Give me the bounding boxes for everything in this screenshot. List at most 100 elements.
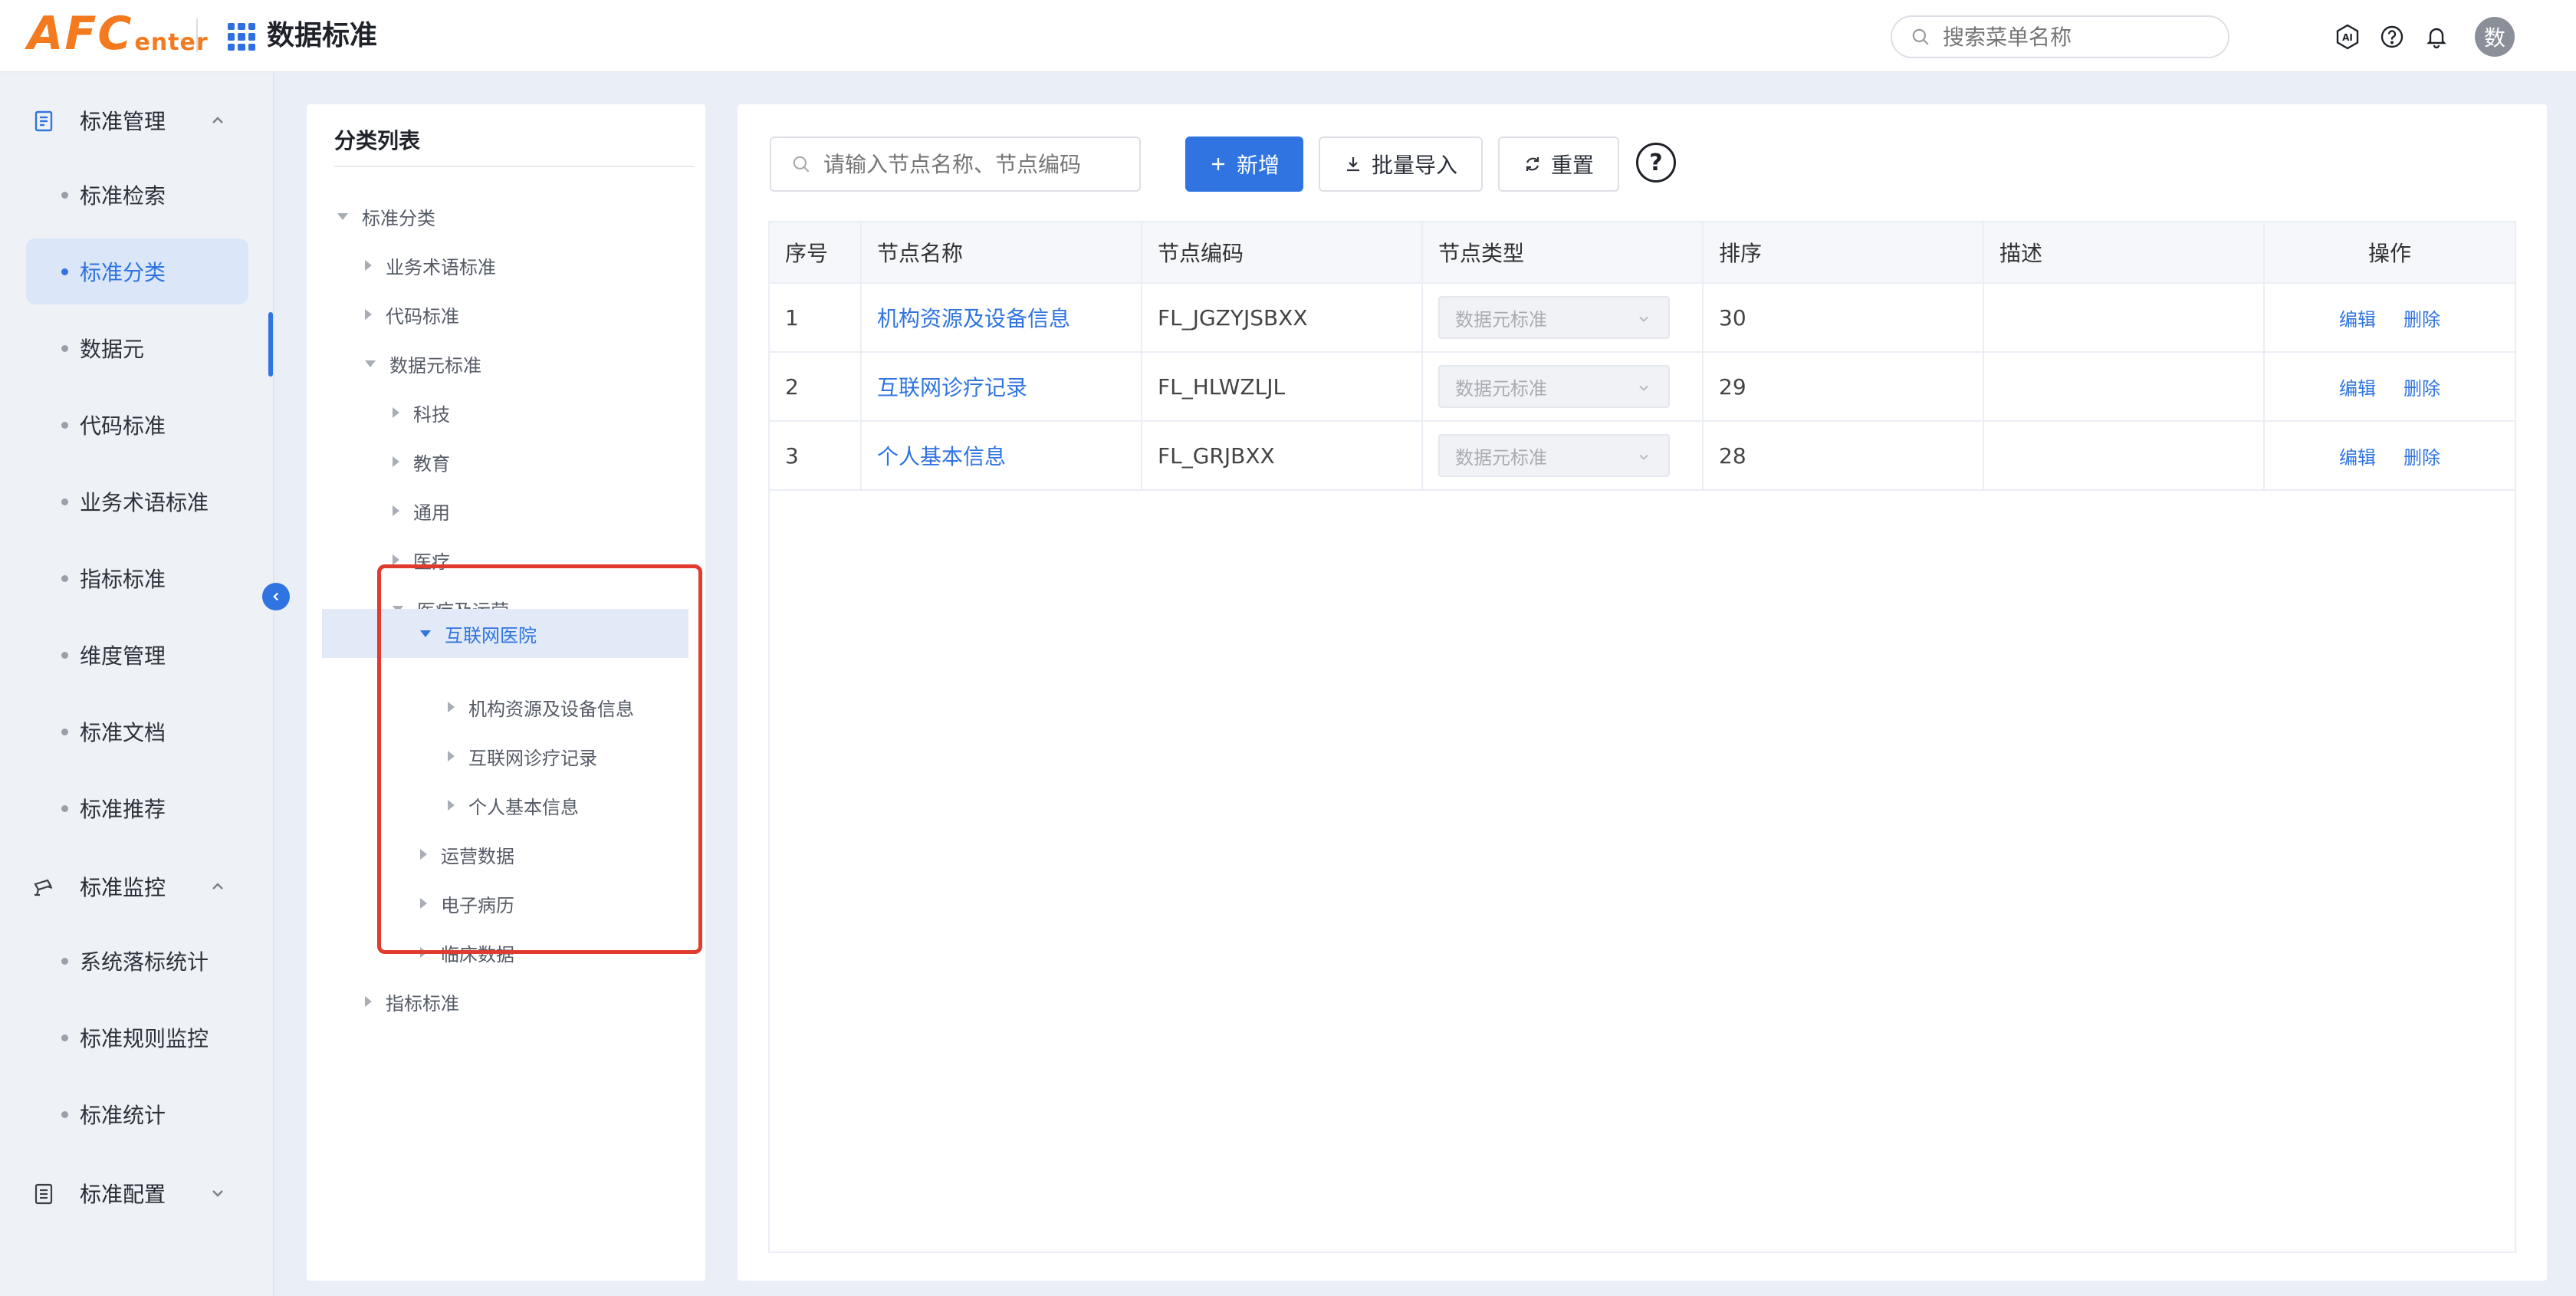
category-tree-panel: 分类列表 标准分类 业务术语标准 代码标准 数据元标准 科技 教育 通用 医疗 … (307, 104, 705, 1281)
sidebar-group-label: 标准配置 (80, 1182, 166, 1207)
tree-node[interactable]: 通用 (393, 486, 450, 535)
bullet-icon (61, 728, 68, 735)
header-icons: AI 数 (2334, 17, 2515, 57)
edit-link[interactable]: 编辑 (2339, 373, 2376, 400)
sidebar-item-label: 标准推荐 (80, 797, 166, 822)
bell-icon[interactable] (2423, 23, 2450, 51)
tree-node[interactable]: 数据元标准 (365, 339, 481, 388)
sidebar-item-business-term[interactable]: 业务术语标准 (26, 469, 248, 535)
cell-node-name-link[interactable]: 机构资源及设备信息 (862, 284, 1142, 351)
tree-node[interactable]: 医疗 (393, 535, 450, 584)
caret-right-icon (448, 800, 455, 811)
delete-link[interactable]: 删除 (2404, 442, 2440, 469)
tree-node-label: 代码标准 (386, 305, 459, 327)
tree-node[interactable]: 标准分类 (337, 192, 435, 241)
tree-node[interactable]: 教育 (393, 437, 450, 486)
add-button[interactable]: 新增 (1185, 137, 1303, 192)
sidebar-item-dimension[interactable]: 维度管理 (26, 622, 248, 688)
sidebar-item-label: 标准文档 (80, 720, 166, 745)
sidebar-group-label: 标准监控 (80, 875, 166, 900)
select-value: 数据元标准 (1455, 308, 1547, 331)
sidebar-item-standard-stats[interactable]: 标准统计 (26, 1081, 248, 1147)
menu-search[interactable] (1891, 15, 2229, 58)
help-icon[interactable] (2378, 23, 2406, 51)
delete-link[interactable]: 删除 (2404, 304, 2440, 331)
tree-node[interactable]: 临床数据 (420, 928, 514, 977)
cell-node-name-link[interactable]: 互联网诊疗记录 (862, 353, 1142, 420)
tree-node[interactable]: 个人基本信息 (448, 781, 579, 830)
sidebar-item-data-element[interactable]: 数据元 (26, 315, 248, 381)
sidebar-item-standard-category[interactable]: 标准分类 (26, 238, 248, 304)
logo[interactable]: AFC enter (28, 9, 209, 58)
sidebar-item-label: 标准检索 (80, 183, 166, 209)
edit-link[interactable]: 编辑 (2339, 304, 2376, 331)
node-type-select[interactable]: 数据元标准 (1438, 296, 1670, 339)
caret-right-icon (393, 456, 399, 467)
edit-link[interactable]: 编辑 (2339, 442, 2376, 469)
batch-import-button[interactable]: 批量导入 (1319, 137, 1483, 192)
table-header: 序号 节点名称 节点编码 节点类型 排序 描述 操作 (770, 222, 2515, 284)
cell-node-code: FL_JGZYJSBXX (1142, 284, 1423, 351)
chevron-down-icon (1639, 454, 1648, 460)
table-row: 1 机构资源及设备信息 FL_JGZYJSBXX 数据元标准 30 编辑 删除 (770, 284, 2515, 353)
tree-node[interactable]: 代码标准 (365, 290, 459, 339)
node-type-select[interactable]: 数据元标准 (1438, 434, 1670, 477)
cell-node-name-link[interactable]: 个人基本信息 (862, 422, 1142, 489)
caret-right-icon (448, 751, 455, 761)
sidebar-item-standard-search[interactable]: 标准检索 (26, 162, 248, 228)
ai-icon[interactable]: AI (2334, 23, 2361, 51)
cell-actions: 编辑 删除 (2265, 422, 2515, 489)
sidebar-item-system-stats[interactable]: 系统落标统计 (26, 928, 248, 994)
sidebar-item-label: 标准统计 (80, 1103, 166, 1128)
bullet-icon (61, 344, 68, 352)
sidebar-group-standard-config[interactable]: 标准配置 (0, 1170, 274, 1216)
avatar[interactable]: 数 (2475, 17, 2515, 57)
node-type-select[interactable]: 数据元标准 (1438, 365, 1670, 408)
bullet-icon (61, 268, 68, 275)
sidebar-item-standard-doc[interactable]: 标准文档 (26, 699, 248, 765)
reset-button[interactable]: 重置 (1498, 137, 1619, 192)
delete-link[interactable]: 删除 (2404, 373, 2440, 400)
sidebar-item-rule-monitor[interactable]: 标准规则监控 (26, 1005, 248, 1071)
app-grid-icon[interactable] (228, 23, 255, 51)
tree-node[interactable]: 电子病历 (420, 879, 514, 928)
add-button-label: 新增 (1236, 153, 1280, 178)
menu-search-input[interactable] (1943, 24, 2219, 50)
bullet-icon (61, 574, 68, 582)
sidebar-item-code-standard[interactable]: 代码标准 (26, 392, 248, 458)
column-header: 描述 (1984, 222, 2265, 282)
caret-down-icon (365, 360, 376, 367)
tree-node-label: 个人基本信息 (468, 796, 579, 818)
cell-description (1984, 422, 2265, 489)
app-title: 数据标准 (267, 20, 378, 51)
tree-node[interactable]: 业务术语标准 (365, 241, 496, 290)
caret-right-icon (393, 407, 399, 418)
tree-node[interactable]: 科技 (393, 388, 450, 437)
tree-node[interactable]: 机构资源及设备信息 (448, 683, 634, 732)
sidebar-item-indicator-standard[interactable]: 指标标准 (26, 545, 248, 611)
chevron-down-icon (212, 1190, 223, 1197)
help-icon[interactable]: ? (1636, 143, 1676, 183)
node-search[interactable] (770, 137, 1141, 192)
tree-node-selected[interactable]: 互联网医院 (420, 609, 537, 658)
caret-right-icon (448, 702, 455, 712)
tree-node[interactable]: 运营数据 (420, 830, 514, 879)
sidebar-item-standard-recommend[interactable]: 标准推荐 (26, 775, 248, 841)
sidebar-item-label: 业务术语标准 (80, 490, 209, 515)
tree-node-label: 业务术语标准 (386, 256, 496, 278)
node-search-input[interactable] (823, 151, 1130, 177)
tree-node-label: 互联网诊疗记录 (468, 747, 597, 769)
sidebar-group-standard-management[interactable]: 标准管理 (0, 97, 274, 143)
cell-node-code: FL_HLWZLJL (1142, 353, 1423, 420)
sidebar-group-standard-monitor[interactable]: 标准监控 (0, 863, 274, 910)
cell-node-type: 数据元标准 (1423, 284, 1704, 351)
sidebar-collapse-button[interactable] (262, 583, 290, 610)
tree-node[interactable]: 互联网诊疗记录 (448, 732, 597, 781)
caret-right-icon (365, 309, 372, 320)
sidebar-item-label: 指标标准 (80, 567, 166, 592)
tree-node[interactable]: 指标标准 (365, 977, 459, 1026)
chevron-down-icon (1639, 385, 1648, 391)
cell-sort: 30 (1704, 284, 1984, 351)
tree-title: 分类列表 (334, 128, 421, 153)
caret-right-icon (420, 898, 427, 909)
